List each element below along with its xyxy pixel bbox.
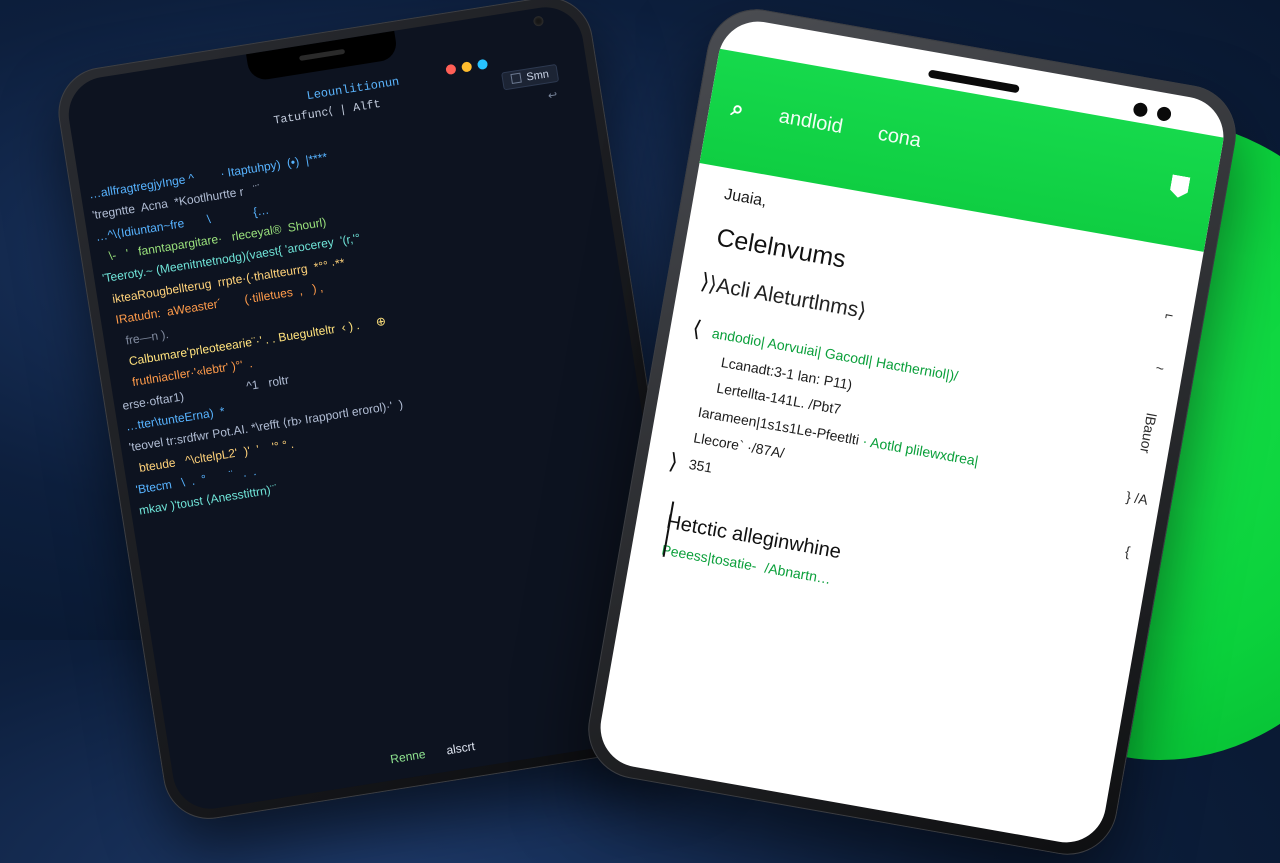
window-traffic-lights: [445, 59, 488, 75]
editor-footer: Renne alscrt: [389, 739, 476, 766]
footer-action-left[interactable]: Renne: [389, 747, 426, 766]
editor-subtitle: Tatufunc⟨ | Alft: [273, 96, 382, 128]
return-hint-icon: ↩︎: [547, 88, 558, 102]
badge: } /A: [1125, 489, 1149, 509]
phone-camera-icon: [1132, 102, 1148, 118]
minimize-dot-icon: [461, 61, 472, 72]
code-token: andodio|: [711, 325, 766, 350]
badge: lBauor: [1137, 412, 1160, 455]
tab-cona[interactable]: cona: [876, 122, 923, 152]
code-token: lan: P11): [797, 367, 854, 392]
badge: ⌐: [1164, 306, 1175, 323]
tab-android[interactable]: andloid: [777, 105, 845, 139]
code-editor-body[interactable]: …allfragtregjyInge ^ · Itaptuhpy) (•) |*…: [80, 105, 647, 524]
bookmark-icon[interactable]: [1169, 174, 1191, 199]
footer-action-right[interactable]: alscrt: [445, 739, 476, 757]
editor-tab[interactable]: Smn: [501, 64, 559, 90]
editor-title-link[interactable]: Leounlitionun: [306, 75, 401, 103]
code-token: /Abnartn…: [764, 559, 833, 586]
docs-content[interactable]: Juaia, Celelnvums ⟩Acli Aleturtlnms⟩ and…: [629, 163, 1204, 652]
badge: {: [1124, 543, 1131, 560]
phone-sensor-icon: [1156, 106, 1172, 122]
phone-camera-icon: [533, 15, 544, 26]
close-dot-icon: [445, 64, 456, 75]
expand-dot-icon: [477, 59, 488, 70]
search-icon[interactable]: ⌕: [729, 95, 746, 123]
badge: ~: [1155, 359, 1166, 376]
